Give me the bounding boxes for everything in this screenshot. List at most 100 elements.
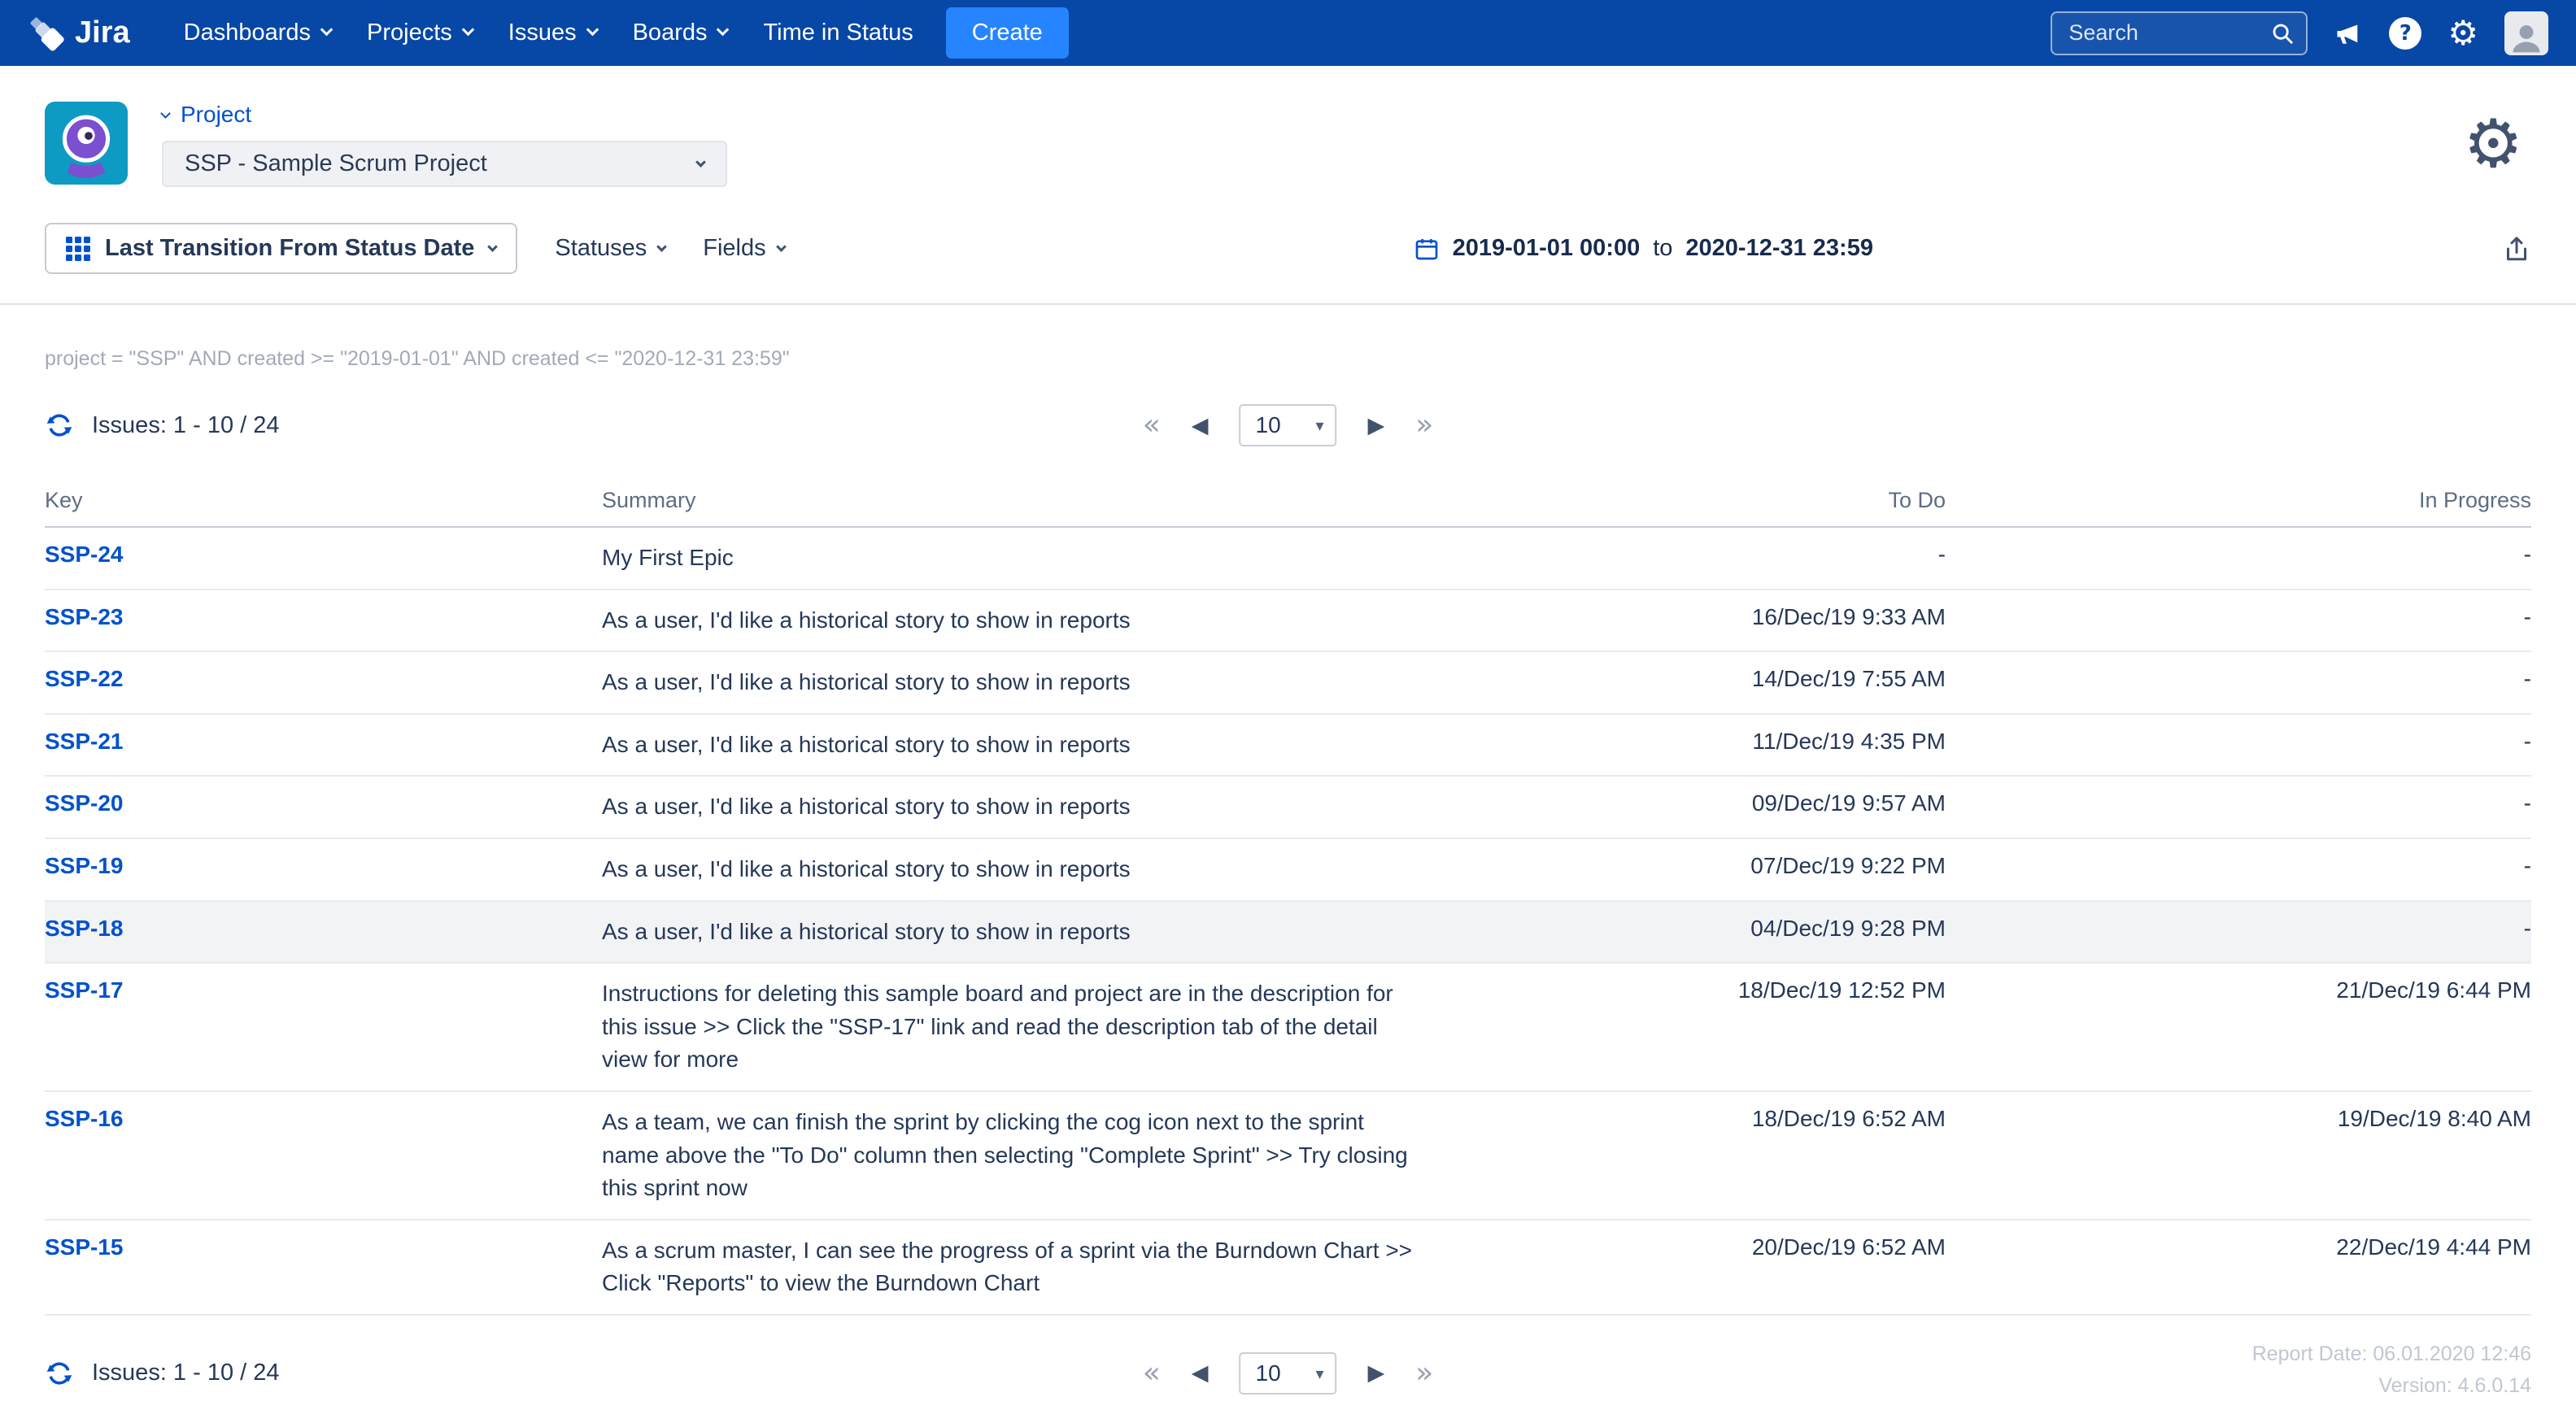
report-type-button[interactable]: Last Transition From Status Date [45, 223, 517, 274]
create-button[interactable]: Create [946, 7, 1069, 59]
nav-item[interactable]: Boards [615, 0, 746, 66]
issue-key-cell: SSP-22 [45, 651, 602, 714]
user-avatar[interactable] [2504, 11, 2548, 55]
nav-item[interactable]: Issues [490, 0, 615, 66]
pagination-top: « ◀ 10 ▾ ▶ » [1143, 404, 1434, 446]
table-row: SSP-19 As a user, I'd like a historical … [45, 838, 2531, 901]
issue-summary-cell: As a user, I'd like a historical story t… [602, 838, 1417, 901]
nav-item[interactable]: Dashboards [166, 0, 349, 66]
issues-count-label: Issues: 1 - 10 / 24 [92, 1360, 280, 1386]
export-button[interactable] [2502, 234, 2531, 263]
search-icon[interactable] [2270, 21, 2295, 46]
pagination-prev-button[interactable]: ◀ [1192, 415, 1209, 437]
report-settings-gear-icon[interactable]: ⚙ [2463, 111, 2523, 178]
issue-key-link[interactable]: SSP-15 [45, 1234, 124, 1260]
issue-key-cell: SSP-24 [45, 527, 602, 590]
issue-key-link[interactable]: SSP-16 [45, 1106, 124, 1131]
refresh-icon[interactable] [45, 411, 74, 440]
chevron-down-icon [160, 108, 171, 119]
feedback-megaphone-icon[interactable] [2334, 19, 2363, 48]
issue-summary-cell: As a user, I'd like a historical story t… [602, 776, 1417, 838]
issue-summary-cell: My First Epic [602, 527, 1417, 590]
todo-date-cell: 18/Dec/19 6:52 AM [1417, 1091, 1946, 1220]
search-input[interactable] [2067, 20, 2270, 46]
issue-summary-cell: As a user, I'd like a historical story t… [602, 590, 1417, 652]
issues-bar-top: Issues: 1 - 10 / 24 « ◀ 10 ▾ ▶ » [0, 397, 2576, 454]
issue-key-link[interactable]: SSP-21 [45, 729, 124, 754]
page-size-select[interactable]: 10 ▾ [1240, 404, 1337, 446]
help-icon[interactable]: ? [2389, 17, 2421, 50]
table-row: SSP-23 As a user, I'd like a historical … [45, 590, 2531, 652]
chevron-down-icon [461, 24, 474, 37]
pagination-prev-button[interactable]: ◀ [1192, 1362, 1209, 1384]
top-navbar: Jira Dashboards Projects Issues Boards T… [0, 0, 2576, 66]
report-date-text: Report Date: 06.01.2020 12:46 [2252, 1338, 2531, 1370]
issue-key-link[interactable]: SSP-17 [45, 977, 124, 1003]
jql-query-text: project = "SSP" AND created >= "2019-01-… [0, 305, 2576, 371]
date-from: 2019-01-01 00:00 [1453, 235, 1641, 262]
issue-key-cell: SSP-20 [45, 776, 602, 838]
todo-date-cell: 09/Dec/19 9:57 AM [1417, 776, 1946, 838]
pagination-first-button[interactable]: « [1143, 1359, 1161, 1388]
issue-summary-cell: Instructions for deleting this sample bo… [602, 963, 1417, 1091]
pagination-first-button[interactable]: « [1143, 411, 1161, 440]
todo-date-cell: 11/Dec/19 4:35 PM [1417, 714, 1946, 777]
refresh-icon[interactable] [45, 1359, 74, 1388]
user-silhouette-icon [2508, 20, 2544, 55]
issue-key-cell: SSP-19 [45, 838, 602, 901]
pagination-last-button[interactable]: » [1415, 411, 1433, 440]
project-select[interactable]: SSP - Sample Scrum Project [162, 141, 727, 187]
inprogress-date-cell: - [1946, 838, 2531, 901]
issue-key-link[interactable]: SSP-23 [45, 604, 124, 629]
nav-item-label: Dashboards [184, 20, 311, 46]
column-header-todo: To Do [1417, 470, 1946, 527]
page-size-select[interactable]: 10 ▾ [1240, 1352, 1337, 1395]
project-header: Project SSP - Sample Scrum Project ⚙ [0, 66, 2576, 211]
pagination-last-button[interactable]: » [1415, 1359, 1433, 1388]
fields-dropdown[interactable]: Fields [703, 235, 784, 262]
statuses-dropdown[interactable]: Statuses [555, 235, 665, 262]
nav-item[interactable]: Time in Status [745, 0, 931, 66]
issue-key-link[interactable]: SSP-18 [45, 916, 124, 941]
issue-summary-cell: As a team, we can finish the sprint by c… [602, 1091, 1417, 1220]
inprogress-date-cell: 19/Dec/19 8:40 AM [1946, 1091, 2531, 1220]
issue-key-cell: SSP-18 [45, 901, 602, 964]
inprogress-date-cell: - [1946, 776, 2531, 838]
issue-summary-cell: As a user, I'd like a historical story t… [602, 714, 1417, 777]
issue-summary-cell: As a user, I'd like a historical story t… [602, 651, 1417, 714]
issue-key-cell: SSP-17 [45, 963, 602, 1091]
inprogress-date-cell: - [1946, 651, 2531, 714]
issue-key-link[interactable]: SSP-20 [45, 790, 124, 816]
page-size-value: 10 [1256, 412, 1281, 438]
inprogress-date-cell: - [1946, 527, 2531, 590]
jira-logo-icon [28, 15, 65, 52]
project-dropdown-toggle[interactable]: Project [162, 102, 727, 128]
nav-item-label: Time in Status [763, 20, 913, 46]
issue-key-link[interactable]: SSP-24 [45, 542, 124, 567]
date-to: 2020-12-31 23:59 [1685, 235, 1873, 262]
table-row: SSP-16 As a team, we can finish the spri… [45, 1091, 2531, 1220]
issue-key-cell: SSP-21 [45, 714, 602, 777]
navbar-right: ? ⚙ [2051, 11, 2548, 55]
pagination-next-button[interactable]: ▶ [1368, 1362, 1385, 1384]
report-type-label: Last Transition From Status Date [105, 235, 474, 262]
report-toolbar: Last Transition From Status Date Statuse… [0, 211, 2576, 305]
chevron-down-icon [586, 24, 599, 37]
settings-gear-icon[interactable]: ⚙ [2447, 16, 2478, 50]
issue-key-cell: SSP-23 [45, 590, 602, 652]
pagination-next-button[interactable]: ▶ [1368, 415, 1385, 437]
export-icon [2502, 234, 2531, 263]
caret-down-icon: ▾ [1315, 1365, 1323, 1382]
date-range-picker[interactable]: 2019-01-01 00:00 to 2020-12-31 23:59 [1414, 235, 1873, 262]
chevron-down-icon [717, 24, 730, 37]
table-row: SSP-18 As a user, I'd like a historical … [45, 901, 2531, 964]
nav-menu: Dashboards Projects Issues Boards Time i… [166, 0, 931, 66]
version-text: Version: 4.6.0.14 [2252, 1370, 2531, 1402]
table-row: SSP-24 My First Epic - - [45, 527, 2531, 590]
issue-key-link[interactable]: SSP-22 [45, 666, 124, 691]
jira-logo[interactable]: Jira [28, 15, 130, 52]
column-header-key: Key [45, 470, 602, 527]
issue-key-link[interactable]: SSP-19 [45, 853, 124, 878]
nav-item[interactable]: Projects [349, 0, 490, 66]
issue-summary-cell: As a user, I'd like a historical story t… [602, 901, 1417, 964]
